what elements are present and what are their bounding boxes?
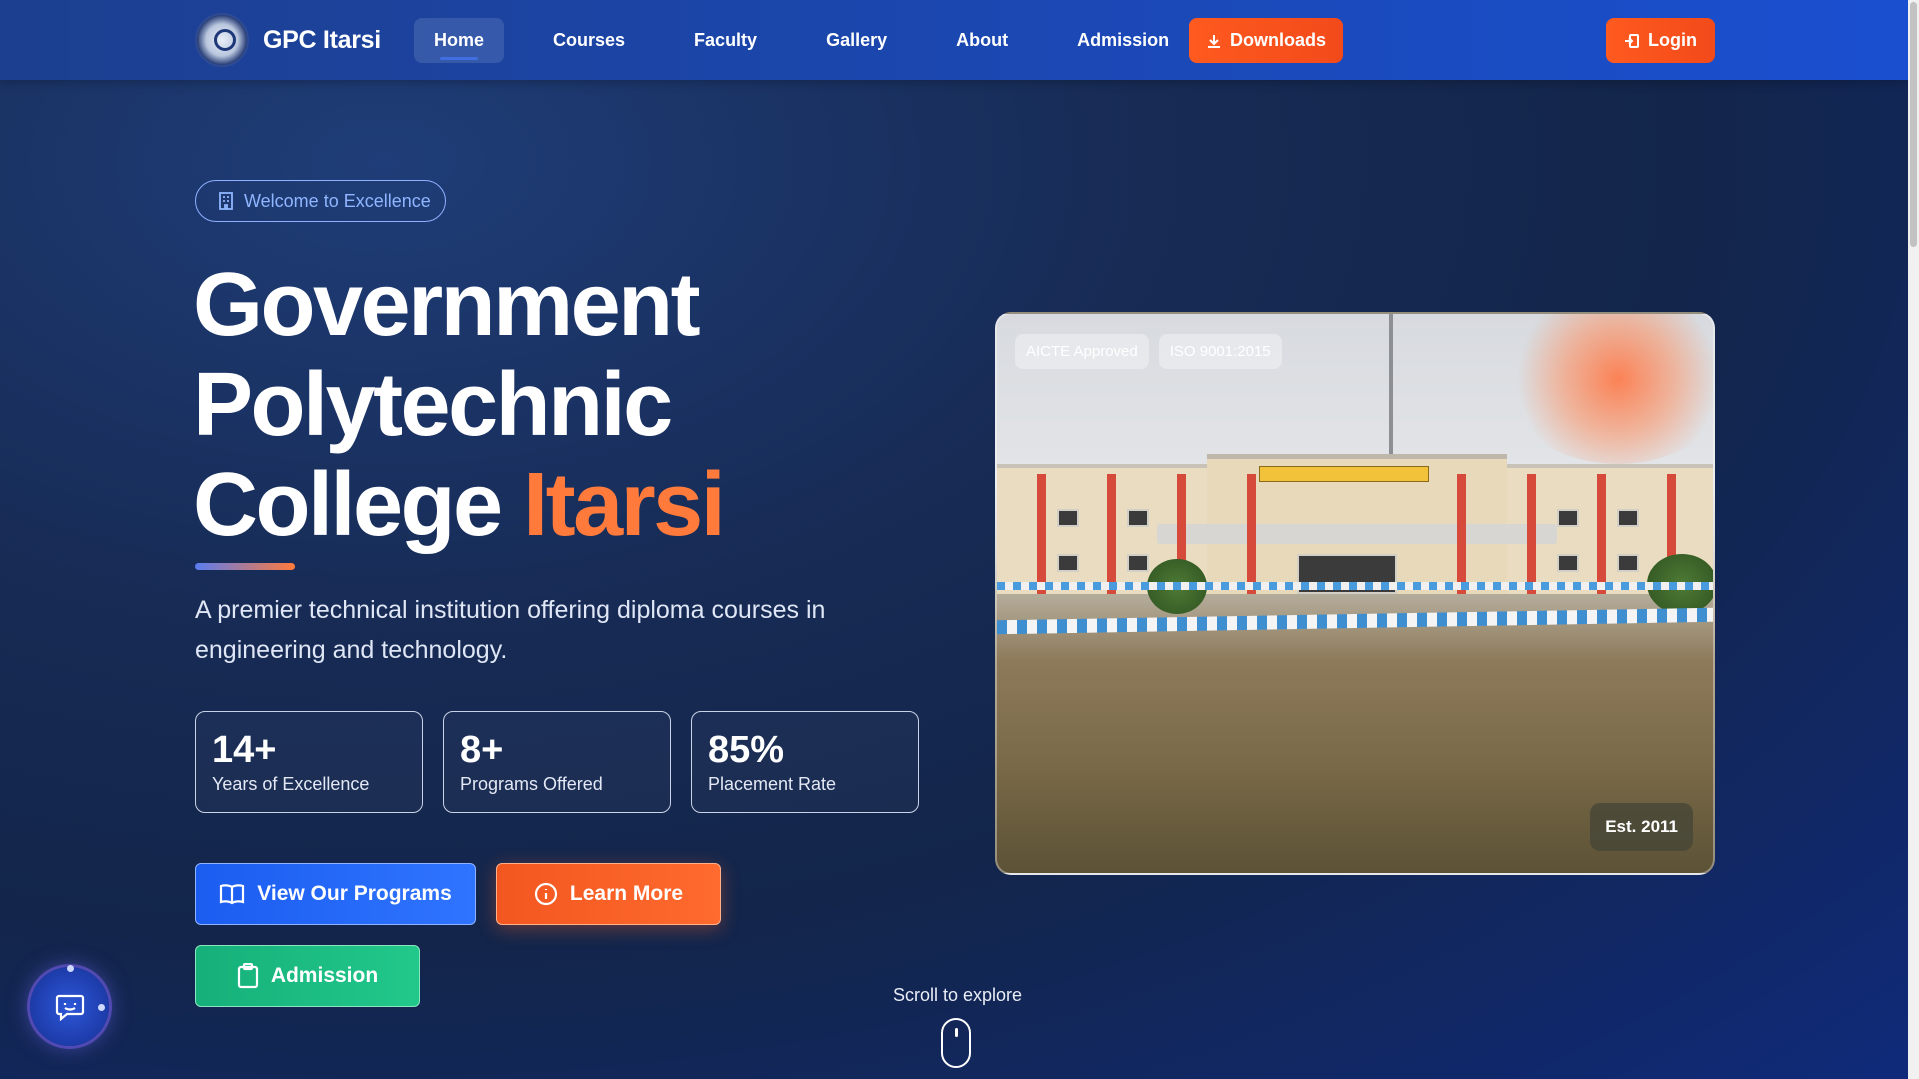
- window: [1557, 554, 1579, 572]
- window: [1127, 509, 1149, 527]
- hero-title-accent: Itarsi: [523, 455, 726, 555]
- learn-more-label: Learn More: [569, 882, 684, 905]
- login-button[interactable]: Login: [1606, 18, 1715, 63]
- building-sign: [1259, 466, 1429, 482]
- image-badges: AICTE Approved ISO 9001:2015: [1015, 334, 1282, 369]
- nav-link-courses[interactable]: Courses: [533, 18, 645, 63]
- badge-aicte: AICTE Approved: [1015, 334, 1149, 369]
- painted-stone-border: [997, 607, 1713, 635]
- pillar: [1037, 474, 1046, 594]
- title-underline: [195, 563, 295, 570]
- window: [1127, 554, 1149, 572]
- clipboard-icon: [237, 963, 258, 989]
- stat-value: 85%: [708, 729, 785, 771]
- nav-link-admission[interactable]: Admission: [1057, 18, 1189, 63]
- downloads-button[interactable]: Downloads: [1189, 18, 1343, 63]
- admission-button[interactable]: Admission: [195, 945, 420, 1007]
- hero-title-line3: College: [193, 455, 503, 555]
- hero-title-line1: Government: [193, 255, 701, 355]
- window: [1617, 509, 1639, 527]
- stats-row: 14+ Years of Excellence 8+ Programs Offe…: [195, 711, 919, 813]
- pillar: [1247, 474, 1256, 594]
- welcome-badge-text: Welcome to Excellence: [244, 190, 431, 211]
- established-badge: Est. 2011: [1590, 803, 1693, 851]
- nav-link-about[interactable]: About: [936, 18, 1028, 63]
- downloads-label: Downloads: [1229, 30, 1326, 50]
- sky-glow: [1503, 314, 1713, 464]
- view-programs-button[interactable]: View Our Programs: [195, 863, 476, 925]
- login-label: Login: [1648, 30, 1697, 50]
- stat-card: 14+ Years of Excellence: [195, 711, 423, 813]
- chat-icon: [55, 994, 84, 1021]
- pillar: [1457, 474, 1466, 594]
- campus-image: AICTE Approved ISO 9001:2015 Est. 2011: [995, 312, 1715, 875]
- hero-subtitle: A premier technical institution offering…: [195, 596, 826, 664]
- window: [1557, 509, 1579, 527]
- nav-link-gallery[interactable]: Gallery: [806, 18, 907, 63]
- admission-label: Admission: [270, 964, 379, 987]
- stat-label: Placement Rate: [708, 774, 837, 794]
- badge-iso: ISO 9001:2015: [1158, 334, 1282, 369]
- mouse-wheel: [955, 1028, 958, 1037]
- learn-more-button[interactable]: Learn More: [496, 863, 721, 925]
- window: [1617, 554, 1639, 572]
- window: [1057, 509, 1079, 527]
- stat-label: Years of Excellence: [212, 774, 370, 794]
- mouse-scroll-icon[interactable]: [941, 1018, 971, 1068]
- brand[interactable]: GPC Itarsi: [195, 13, 381, 67]
- building-portico: [1157, 524, 1557, 544]
- info-icon: [534, 882, 557, 906]
- navbar: GPC Itarsi Home Courses Faculty Gallery …: [0, 0, 1908, 80]
- scroll-hint: Scroll to explore: [893, 985, 1023, 1005]
- stat-label: Programs Offered: [460, 774, 603, 794]
- painted-stone-border: [997, 582, 1713, 590]
- building-icon: [219, 192, 233, 210]
- download-icon: [1207, 34, 1220, 48]
- book-icon: [220, 884, 245, 905]
- hero-title: Government Polytechnic College Itarsi: [193, 255, 726, 555]
- stat-value: 8+: [460, 729, 504, 771]
- stat-card: 85% Placement Rate: [691, 711, 919, 813]
- window: [1057, 554, 1079, 572]
- brand-name: GPC Itarsi: [263, 25, 381, 54]
- page-scrollbar[interactable]: [1908, 0, 1919, 1079]
- nav-link-faculty[interactable]: Faculty: [674, 18, 777, 63]
- nav-links: Home Courses Faculty Gallery About Admis…: [414, 18, 1218, 63]
- welcome-badge: Welcome to Excellence: [195, 180, 446, 222]
- stat-value: 14+: [212, 729, 277, 771]
- hero-title-line2: Polytechnic: [193, 355, 673, 455]
- nav-link-home[interactable]: Home: [414, 18, 505, 63]
- pillar: [1527, 474, 1536, 594]
- scrollbar-thumb[interactable]: [1910, 2, 1917, 247]
- view-programs-label: View Our Programs: [257, 882, 452, 905]
- chat-orbit-dot: [98, 1004, 105, 1011]
- chat-button[interactable]: [30, 965, 109, 1046]
- college-logo: [195, 13, 249, 67]
- pillar: [1597, 474, 1606, 594]
- stat-card: 8+ Programs Offered: [443, 711, 671, 813]
- chat-orbit-dot: [67, 965, 74, 972]
- pillar: [1107, 474, 1116, 594]
- login-icon: [1625, 33, 1639, 48]
